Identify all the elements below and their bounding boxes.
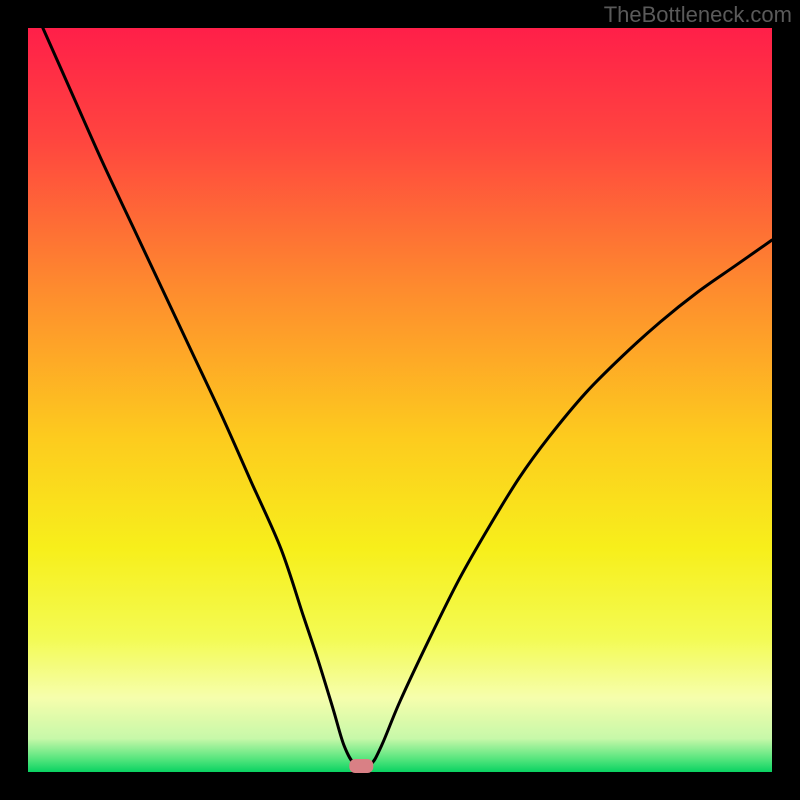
bottleneck-chart bbox=[0, 0, 800, 800]
chart-container: { "watermark": "TheBottleneck.com", "cha… bbox=[0, 0, 800, 800]
frame-border bbox=[0, 772, 800, 800]
plot-background bbox=[28, 28, 772, 772]
optimal-marker bbox=[349, 759, 373, 773]
watermark-text: TheBottleneck.com bbox=[604, 2, 792, 28]
frame-border bbox=[772, 0, 800, 800]
frame-border bbox=[0, 0, 28, 800]
